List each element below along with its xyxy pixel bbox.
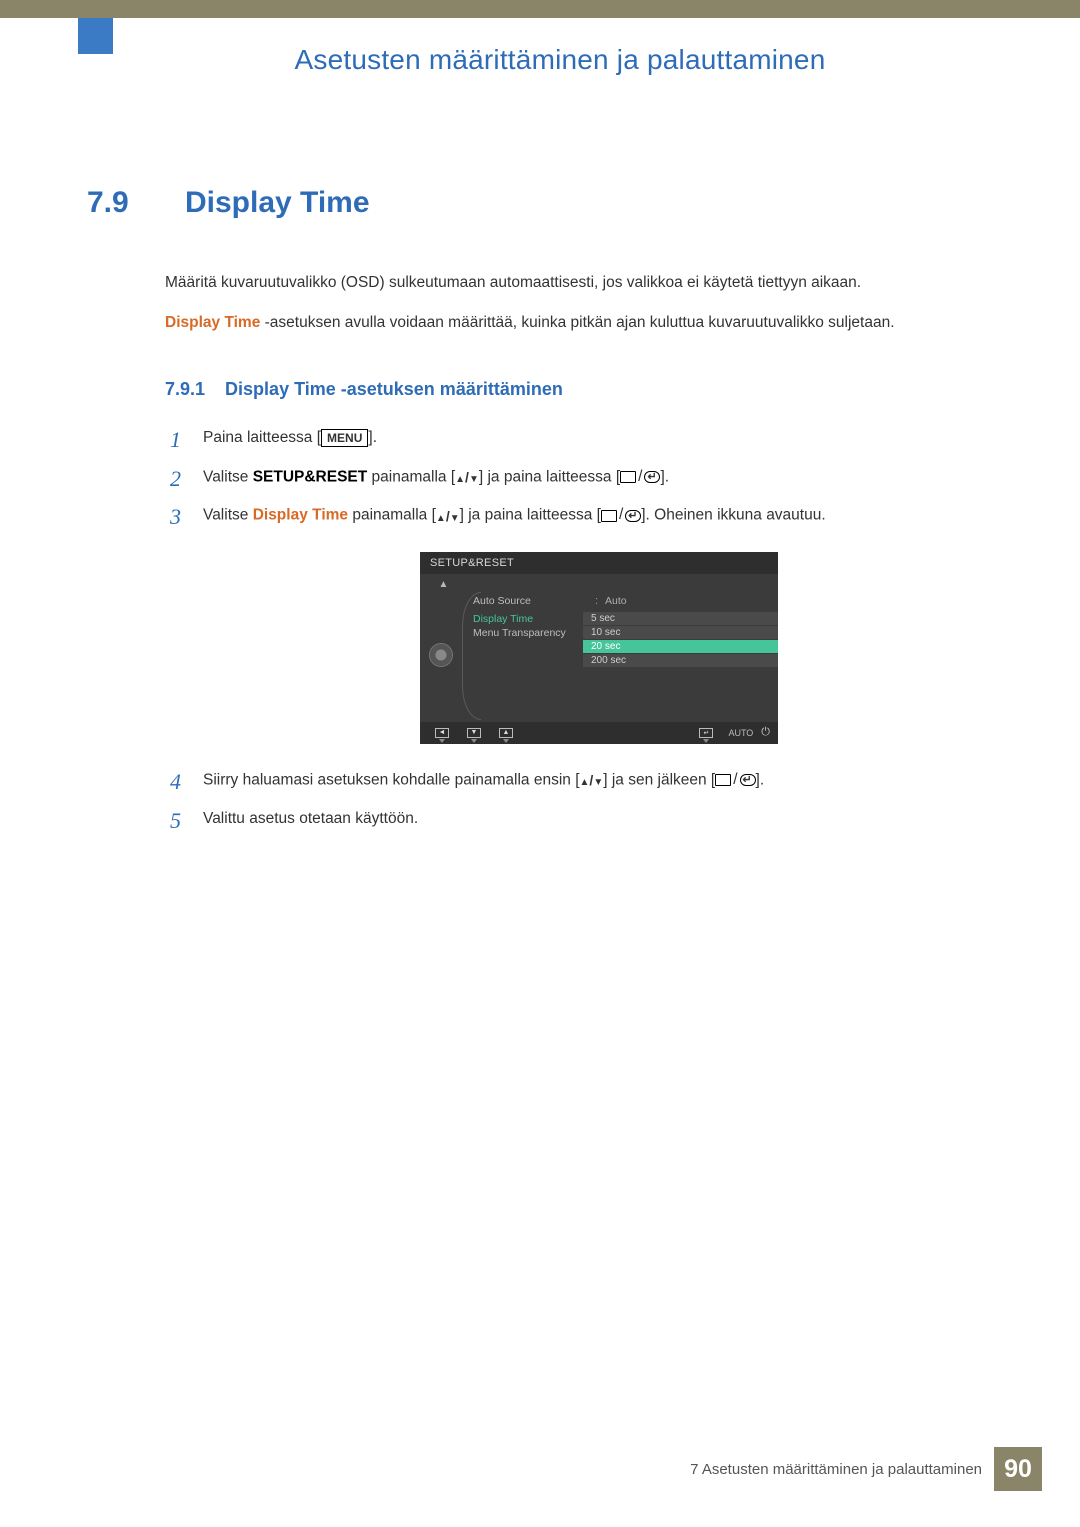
osd-options-dropdown: 5 sec 10 sec 20 sec 200 sec [583,612,778,668]
section-title: Display Time [185,186,370,220]
text: painamalla [ [348,507,436,524]
enter-icon [625,510,641,522]
step-2: 2 Valitse SETUP&RESET painamalla [▲/▼] j… [163,465,1035,494]
scroll-up-icon: ▲ [439,579,449,590]
step-number: 5 [163,807,181,836]
osd-label: Auto Source [473,595,595,607]
steps-list: 1 Paina laitteessa [MENU]. 2 Valitse SET… [163,426,1035,835]
subsection-title: Display Time -asetuksen määrittäminen [225,379,563,400]
power-icon: ⏻ [761,726,770,739]
text: Valitse [203,507,253,524]
body: Määritä kuvaruutuvalikko (OSD) sulkeutum… [165,270,1005,400]
step-number: 1 [163,426,181,455]
step-number: 3 [163,503,181,532]
step-text: Valitse Display Time painamalla [▲/▼] ja… [203,503,1035,528]
osd-nav-up-icon: ▲ [492,726,520,740]
term-setup-reset: SETUP&RESET [253,468,368,485]
text: Siirry haluamasi asetuksen kohdalle pain… [203,771,580,788]
osd-row-auto-source: Auto Source : Auto [467,592,778,610]
top-decor-bar [0,0,1080,18]
page-footer: 7 Asetusten määrittäminen ja palauttamin… [690,1447,1042,1491]
select-enter-icon: / [620,465,660,490]
footer-text: 7 Asetusten määrittäminen ja palauttamin… [690,1461,982,1478]
step-text: Siirry haluamasi asetuksen kohdalle pain… [203,768,1035,793]
enter-icon [644,471,660,483]
rect-icon [601,510,617,522]
chapter-title: Asetusten määrittäminen ja palauttaminen [85,44,1035,76]
rect-icon [620,471,636,483]
osd-nav-back-icon: ◄ [428,726,456,740]
text: Paina laitteessa [ [203,429,321,446]
menu-button-icon: MENU [321,429,368,447]
osd-enter-icon: ↵ [692,726,720,740]
text: ] ja sen jälkeen [ [603,771,715,788]
subsection-number: 7.9.1 [165,379,205,400]
osd-auto-label: AUTO [728,728,753,738]
text: ] ja paina laitteessa [ [479,468,620,485]
section-heading: 7.9 Display Time [87,186,1035,220]
up-down-icon: ▲/▼ [436,505,460,527]
rect-icon [715,774,731,786]
osd-body: ▲ Auto Source : Auto Display Time : [420,574,778,722]
osd-nav-down-icon: ▼ [460,726,488,740]
gear-icon [430,644,452,666]
up-down-icon: ▲/▼ [455,466,479,488]
step-5: 5 Valittu asetus otetaan käyttöön. [163,807,1035,836]
desc-paragraph: Display Time -asetuksen avulla voidaan m… [165,310,1005,336]
step-text: Valitse SETUP&RESET painamalla [▲/▼] ja … [203,465,1035,490]
content-area: Asetusten määrittäminen ja palauttaminen… [85,30,1035,845]
text: ] ja paina laitteessa [ [460,507,601,524]
osd-header: SETUP&RESET [420,552,778,574]
osd-option: 5 sec [583,612,778,626]
osd-footer: ◄ ▼ ▲ ↵ AUTO ⏻ [420,722,778,744]
text: painamalla [ [367,468,455,485]
osd-left-panel: ▲ [420,574,467,722]
osd-option: 200 sec [583,654,778,668]
osd-option-highlighted: 20 sec [583,640,778,654]
enter-icon [740,774,756,786]
left-margin [0,18,85,1527]
step-4: 4 Siirry haluamasi asetuksen kohdalle pa… [163,768,1035,797]
text: ]. [368,429,377,446]
intro-paragraph: Määritä kuvaruutuvalikko (OSD) sulkeutum… [165,270,1005,296]
select-enter-icon: / [601,503,641,528]
text: ]. [660,468,669,485]
text: ]. [756,771,765,788]
osd-option: 10 sec [583,626,778,640]
osd-value: Auto [605,595,627,607]
section-number: 7.9 [87,186,145,220]
term-display-time: Display Time [165,314,260,331]
osd-label: Menu Transparency [473,627,595,639]
desc-rest: -asetuksen avulla voidaan määrittää, kui… [260,314,894,331]
page: Asetusten määrittäminen ja palauttaminen… [0,0,1080,1527]
osd-right-panel: Auto Source : Auto Display Time : 5 sec … [467,574,778,722]
step-text: Valittu asetus otetaan käyttöön. [203,807,1035,832]
colon: : [595,595,605,607]
step-number: 2 [163,465,181,494]
step-number: 4 [163,768,181,797]
step-text: Paina laitteessa [MENU]. [203,426,1035,451]
text: Valitse [203,468,253,485]
osd-screenshot: SETUP&RESET ▲ Auto Source : Auto Displ [420,552,778,744]
subsection-heading: 7.9.1 Display Time -asetuksen määrittämi… [165,379,1005,400]
up-down-icon: ▲/▼ [580,769,604,791]
step-3: 3 Valitse Display Time painamalla [▲/▼] … [163,503,1035,532]
osd-label-selected: Display Time [473,613,595,625]
step-1: 1 Paina laitteessa [MENU]. [163,426,1035,455]
term-display-time: Display Time [253,507,348,524]
text: ]. Oheinen ikkuna avautuu. [641,507,825,524]
select-enter-icon: / [715,768,755,793]
page-number: 90 [994,1447,1042,1491]
